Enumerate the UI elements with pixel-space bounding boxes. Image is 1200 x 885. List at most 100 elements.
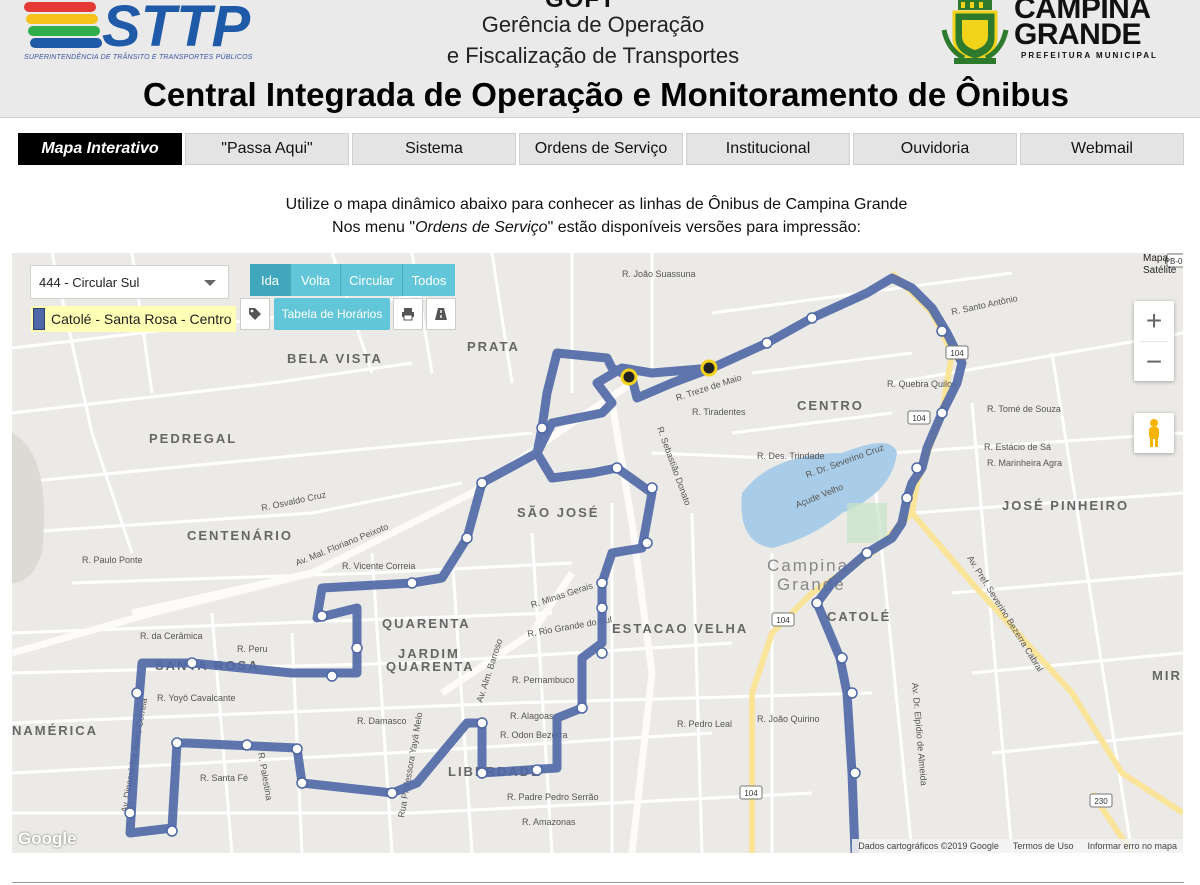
bus-stop-marker[interactable] bbox=[476, 717, 488, 729]
terms-link[interactable]: Termos de Uso bbox=[1013, 841, 1074, 851]
city-name: CAMPINA GRANDE bbox=[1014, 0, 1151, 51]
road-icon[interactable] bbox=[426, 298, 456, 330]
bus-stop-marker[interactable] bbox=[806, 312, 818, 324]
bus-stop-marker[interactable] bbox=[406, 577, 418, 589]
ordens-de-servico-emphasis: Ordens de Serviço bbox=[415, 219, 548, 236]
attribution-data: Dados cartográficos ©2019 Google bbox=[858, 841, 999, 851]
bus-stop-marker[interactable] bbox=[536, 422, 548, 434]
bus-stop-marker[interactable] bbox=[461, 532, 473, 544]
street-label: R. Pedro Leal bbox=[677, 719, 732, 729]
street-label: R. Santa Fé bbox=[200, 773, 248, 783]
pegman-icon[interactable] bbox=[1134, 413, 1174, 453]
nav-item-passa-aqui[interactable]: "Passa Aqui" bbox=[185, 133, 349, 165]
bus-stop-marker[interactable] bbox=[131, 687, 143, 699]
bus-stop-marker[interactable] bbox=[476, 767, 488, 779]
bus-stop-marker[interactable] bbox=[124, 807, 136, 819]
nav-item-ouvidoria[interactable]: Ouvidoria bbox=[853, 133, 1017, 165]
nav-item-ordens-de-servico[interactable]: Ordens de Serviço bbox=[519, 133, 683, 165]
svg-text:230: 230 bbox=[1094, 797, 1108, 806]
nav-item-institucional[interactable]: Institucional bbox=[686, 133, 850, 165]
bus-stop-marker[interactable] bbox=[171, 737, 183, 749]
main-nav: Mapa Interativo "Passa Aqui" Sistema Ord… bbox=[18, 133, 1184, 165]
city-crest-icon[interactable] bbox=[940, 0, 1010, 66]
bus-stop-marker[interactable] bbox=[761, 337, 773, 349]
map-canvas[interactable]: BELA VISTA PRATA CENTRO PEDREGAL SÃO JOS… bbox=[12, 253, 1183, 853]
intro-text-line-1: Utilize o mapa dinâmico abaixo para conh… bbox=[285, 196, 908, 213]
map-type-mapa[interactable]: Mapa bbox=[1143, 253, 1176, 265]
bus-stop-marker[interactable] bbox=[596, 577, 608, 589]
report-error-link[interactable]: Informar erro no mapa bbox=[1087, 841, 1177, 851]
bus-stop-marker[interactable] bbox=[861, 547, 873, 559]
google-logo[interactable]: Google bbox=[18, 829, 77, 849]
bus-stop-marker[interactable] bbox=[936, 407, 948, 419]
bus-stop-marker[interactable] bbox=[936, 325, 948, 337]
street-label: R. Tomé de Souza bbox=[987, 404, 1061, 414]
bus-stop-marker[interactable] bbox=[596, 647, 608, 659]
nav-item-mapa-interativo[interactable]: Mapa Interativo bbox=[18, 133, 182, 165]
zoom-in-button[interactable]: + bbox=[1134, 301, 1174, 341]
tab-volta[interactable]: Volta bbox=[291, 264, 341, 296]
nav-item-sistema[interactable]: Sistema bbox=[352, 133, 516, 165]
route-shield-icon: 230 bbox=[1089, 793, 1113, 808]
bus-stop-marker[interactable] bbox=[846, 687, 858, 699]
print-icon[interactable] bbox=[393, 298, 423, 330]
zoom-out-button[interactable]: − bbox=[1134, 342, 1174, 382]
page-title: Central Integrada de Operação e Monitora… bbox=[143, 76, 1069, 113]
area-label-bela-vista: BELA VISTA bbox=[287, 351, 383, 366]
bus-stop-marker[interactable] bbox=[291, 743, 303, 755]
bus-stop-marker[interactable] bbox=[351, 642, 363, 654]
bus-stop-marker[interactable] bbox=[901, 492, 913, 504]
interactive-map[interactable]: BELA VISTA PRATA CENTRO PEDREGAL SÃO JOS… bbox=[12, 253, 1183, 853]
bus-stop-marker[interactable] bbox=[476, 477, 488, 489]
bus-stop-marker[interactable] bbox=[241, 739, 253, 751]
area-label-prata: PRATA bbox=[467, 339, 520, 354]
street-label: R. Tiradentes bbox=[692, 407, 746, 417]
bus-stop-marker[interactable] bbox=[296, 777, 308, 789]
direction-tabs: Ida Volta Circular Todos bbox=[250, 264, 455, 296]
bus-stop-marker[interactable] bbox=[186, 657, 198, 669]
bus-stop-marker[interactable] bbox=[611, 462, 623, 474]
svg-text:104: 104 bbox=[912, 414, 926, 423]
bus-stop-marker[interactable] bbox=[576, 702, 588, 714]
tag-icon[interactable] bbox=[240, 298, 270, 330]
map-type-control[interactable]: Mapa Satélite bbox=[1143, 253, 1176, 277]
bus-stop-marker[interactable] bbox=[911, 462, 923, 474]
area-label-namerica: NAMÉRICA bbox=[12, 723, 98, 738]
bus-stop-marker[interactable] bbox=[166, 825, 178, 837]
street-label: R. Peru bbox=[237, 644, 268, 654]
bus-stop-marker[interactable] bbox=[836, 652, 848, 664]
line-select-dropdown[interactable]: 444 - Circular Sul bbox=[30, 265, 229, 299]
intro-text-line-2: Nos menu "Ordens de Serviço" estão dispo… bbox=[332, 219, 861, 236]
bus-stop-marker[interactable] bbox=[596, 602, 608, 614]
zoom-control: + − bbox=[1134, 301, 1174, 381]
bus-vehicle-icon[interactable] bbox=[620, 368, 638, 386]
bus-stop-marker[interactable] bbox=[316, 610, 328, 622]
park-area bbox=[847, 503, 887, 543]
area-label-jose-pinheiro: JOSÉ PINHEIRO bbox=[1002, 498, 1129, 513]
map-type-satelite[interactable]: Satélite bbox=[1143, 265, 1176, 277]
bus-stop-marker[interactable] bbox=[326, 670, 338, 682]
street-label: R. Marinheira Agra bbox=[987, 458, 1062, 468]
area-label-pedregal: PEDREGAL bbox=[149, 431, 237, 446]
route-shield-icon: 104 bbox=[771, 612, 795, 627]
bus-stop-marker[interactable] bbox=[641, 537, 653, 549]
street-label: R. Des. Trindade bbox=[757, 451, 825, 461]
bus-stop-marker[interactable] bbox=[386, 787, 398, 799]
bus-stop-marker[interactable] bbox=[531, 764, 543, 776]
schedule-table-button[interactable]: Tabela de Horários bbox=[274, 298, 390, 330]
area-label-quarenta: QUARENTA bbox=[382, 616, 471, 631]
route-shield-icon: 104 bbox=[945, 345, 969, 360]
tab-todos[interactable]: Todos bbox=[403, 264, 455, 296]
bus-stop-marker[interactable] bbox=[849, 767, 861, 779]
bus-vehicle-icon[interactable] bbox=[700, 359, 718, 377]
nav-item-webmail[interactable]: Webmail bbox=[1020, 133, 1184, 165]
tab-circular[interactable]: Circular bbox=[341, 264, 403, 296]
area-label-sao-jose: SÃO JOSÉ bbox=[517, 505, 599, 520]
street-label: R. Amazonas bbox=[522, 817, 576, 827]
svg-text:104: 104 bbox=[776, 616, 790, 625]
route-shield-icon: 104 bbox=[739, 785, 763, 800]
bus-stop-marker[interactable] bbox=[811, 597, 823, 609]
bus-stop-marker[interactable] bbox=[646, 482, 658, 494]
tab-ida[interactable]: Ida bbox=[250, 264, 291, 296]
area-label-centenario: CENTENÁRIO bbox=[187, 528, 293, 543]
